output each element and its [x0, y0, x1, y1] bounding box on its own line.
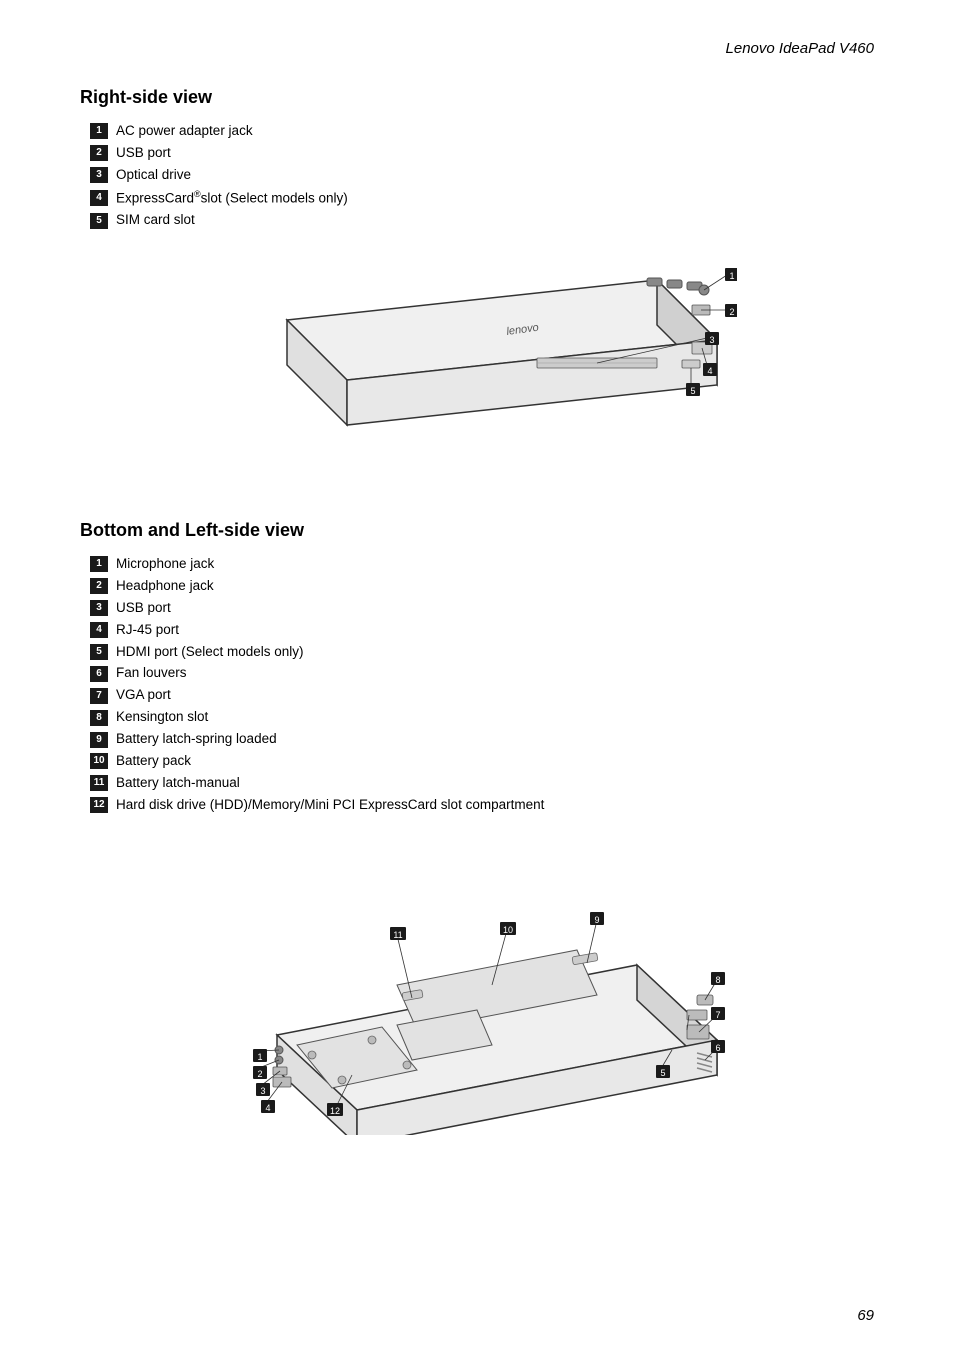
header-title: Lenovo IdeaPad V460: [80, 40, 874, 57]
item-badge: 11: [90, 775, 108, 791]
svg-text:10: 10: [503, 925, 513, 935]
item-text: Hard disk drive (HDD)/Memory/Mini PCI Ex…: [116, 796, 544, 815]
list-item: 1 AC power adapter jack: [90, 122, 874, 141]
svg-text:12: 12: [330, 1106, 340, 1116]
svg-text:3: 3: [709, 335, 714, 345]
item-badge: 4: [90, 190, 108, 206]
item-badge: 12: [90, 797, 108, 813]
item-badge: 5: [90, 213, 108, 229]
list-item: 8 Kensington slot: [90, 708, 874, 727]
item-badge: 7: [90, 688, 108, 704]
item-badge: 2: [90, 578, 108, 594]
right-side-svg: lenovo: [217, 250, 737, 490]
item-badge: 8: [90, 710, 108, 726]
svg-text:9: 9: [594, 915, 599, 925]
item-text: SIM card slot: [116, 211, 195, 230]
list-item: 2 USB port: [90, 144, 874, 163]
right-side-list: 1 AC power adapter jack 2 USB port 3 Opt…: [90, 122, 874, 230]
list-item: 12 Hard disk drive (HDD)/Memory/Mini PCI…: [90, 796, 874, 815]
list-item: 2 Headphone jack: [90, 577, 874, 596]
item-text: RJ-45 port: [116, 621, 179, 640]
item-text: Microphone jack: [116, 555, 214, 574]
list-item: 7 VGA port: [90, 686, 874, 705]
item-badge: 10: [90, 753, 108, 769]
item-text: VGA port: [116, 686, 171, 705]
svg-text:5: 5: [660, 1068, 665, 1078]
list-item: 3 USB port: [90, 599, 874, 618]
bottom-left-list: 1 Microphone jack 2 Headphone jack 3 USB…: [90, 555, 874, 815]
item-badge: 2: [90, 145, 108, 161]
item-text: Optical drive: [116, 166, 191, 185]
list-item: 6 Fan louvers: [90, 664, 874, 683]
svg-text:7: 7: [715, 1010, 720, 1020]
list-item: 4 RJ-45 port: [90, 621, 874, 640]
item-text: USB port: [116, 599, 171, 618]
item-badge: 3: [90, 600, 108, 616]
item-text: Kensington slot: [116, 708, 208, 727]
list-item: 9 Battery latch-spring loaded: [90, 730, 874, 749]
svg-text:1: 1: [257, 1052, 262, 1062]
list-item: 3 Optical drive: [90, 166, 874, 185]
list-item: 1 Microphone jack: [90, 555, 874, 574]
item-badge: 6: [90, 666, 108, 682]
item-text: Fan louvers: [116, 664, 187, 683]
item-badge: 3: [90, 167, 108, 183]
list-item: 11 Battery latch-manual: [90, 774, 874, 793]
bottom-left-section: Bottom and Left-side view 1 Microphone j…: [80, 520, 874, 1135]
list-item: 10 Battery pack: [90, 752, 874, 771]
item-text: AC power adapter jack: [116, 122, 253, 141]
svg-text:8: 8: [715, 975, 720, 985]
item-text: ExpressCard®slot (Select models only): [116, 188, 348, 208]
list-item: 5 HDMI port (Select models only): [90, 643, 874, 662]
svg-text:6: 6: [715, 1043, 720, 1053]
item-badge: 9: [90, 732, 108, 748]
right-side-diagram: lenovo: [80, 250, 874, 490]
list-item: 4 ExpressCard®slot (Select models only): [90, 188, 874, 208]
item-text: Battery latch-manual: [116, 774, 240, 793]
item-badge: 1: [90, 123, 108, 139]
item-text: Battery pack: [116, 752, 191, 771]
item-badge: 4: [90, 622, 108, 638]
right-side-section: Right-side view 1 AC power adapter jack …: [80, 87, 874, 490]
item-badge: 5: [90, 644, 108, 660]
svg-text:4: 4: [707, 366, 712, 376]
svg-text:4: 4: [265, 1103, 270, 1113]
svg-text:5: 5: [690, 386, 695, 396]
item-text: Battery latch-spring loaded: [116, 730, 277, 749]
item-text: USB port: [116, 144, 171, 163]
page: Lenovo IdeaPad V460 Right-side view 1 AC…: [0, 0, 954, 1354]
page-number: 69: [857, 1307, 874, 1324]
right-side-title: Right-side view: [80, 87, 874, 108]
bottom-left-diagram: 11 10 9 8 7: [80, 835, 874, 1135]
svg-text:1: 1: [729, 271, 734, 281]
item-text: Headphone jack: [116, 577, 214, 596]
svg-text:3: 3: [260, 1086, 265, 1096]
svg-text:11: 11: [393, 930, 402, 940]
svg-text:2: 2: [729, 307, 734, 317]
item-badge: 1: [90, 556, 108, 572]
bottom-left-title: Bottom and Left-side view: [80, 520, 874, 541]
list-item: 5 SIM card slot: [90, 211, 874, 230]
svg-text:2: 2: [257, 1069, 262, 1079]
item-text: HDMI port (Select models only): [116, 643, 304, 662]
bottom-left-svg: 11 10 9 8 7: [187, 835, 767, 1135]
